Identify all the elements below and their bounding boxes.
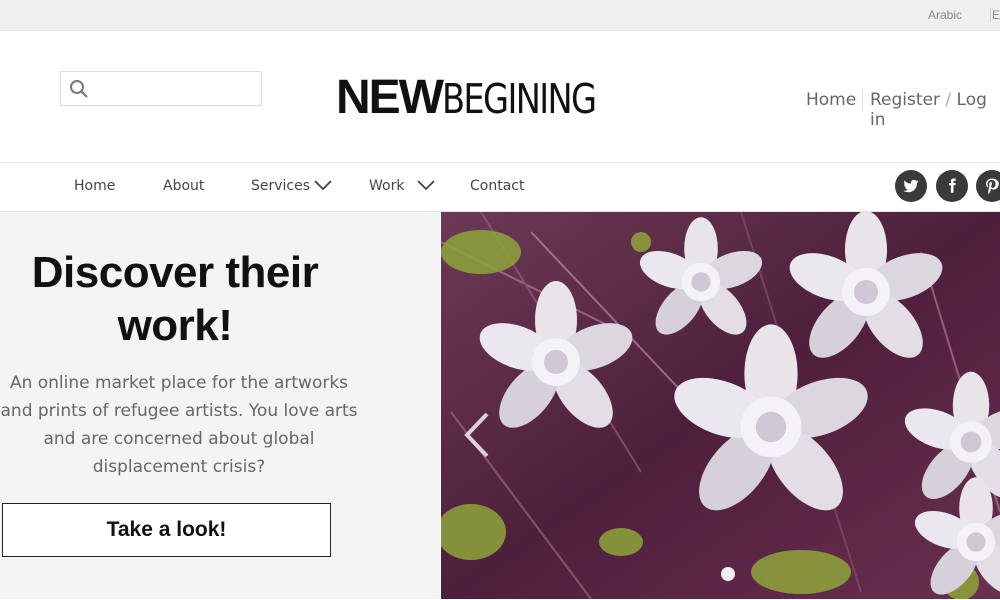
take-a-look-button[interactable]: Take a look! [2,503,331,557]
hero-text-panel: Discover their work! An online market pl… [0,212,440,599]
header-account-links: Register / Log in [870,90,1000,130]
nav-item-work[interactable]: Work [369,178,404,194]
artwork-image [441,212,1000,599]
artwork-slider [441,212,1000,599]
account-separator: / [945,90,952,110]
slider-prev-arrow-icon[interactable] [457,410,497,460]
language-english-link[interactable]: E [990,8,1000,22]
twitter-icon[interactable] [895,170,927,202]
nav-item-contact[interactable]: Contact [470,178,524,194]
language-bar: Arabic E [0,0,1000,31]
hero-description-line: displacement crisis? [92,457,266,477]
search-icon[interactable] [69,79,89,99]
main-navigation: Home About Services Work Contact [0,163,1000,212]
language-arabic-link[interactable]: Arabic [928,8,962,22]
nav-item-home[interactable]: Home [74,178,115,194]
register-link[interactable]: Register [870,90,940,110]
services-chevron-down-icon[interactable] [313,179,333,191]
hero-title-line: Discover their [31,248,319,297]
hero-description-line: An online market place for the artworks [9,373,349,393]
hero-description-line: and prints of refugee artists. You love … [0,401,358,421]
search-input[interactable] [95,76,259,102]
search-box [60,71,262,106]
hero-description-line: and are concerned about global [43,429,315,449]
facebook-icon[interactable] [936,170,968,202]
header-home-link[interactable]: Home [806,90,864,110]
site-logo[interactable]: NEWBEGINING [336,71,629,124]
nav-item-about[interactable]: About [163,178,204,194]
work-chevron-down-icon[interactable] [416,179,436,191]
hero-description: An online market place for the artworks … [0,369,358,481]
logo-bold-text: NEW [336,71,444,124]
hero-title-line: work! [117,301,233,350]
pinterest-icon[interactable] [976,170,1000,202]
hero-title: Discover their work! [0,246,350,352]
slider-dot-active[interactable] [721,567,735,581]
site-header: NEWBEGINING Home Register / Log in [0,31,1000,163]
nav-item-services[interactable]: Services [251,178,310,194]
logo-light-text: BEGINING [441,75,597,123]
